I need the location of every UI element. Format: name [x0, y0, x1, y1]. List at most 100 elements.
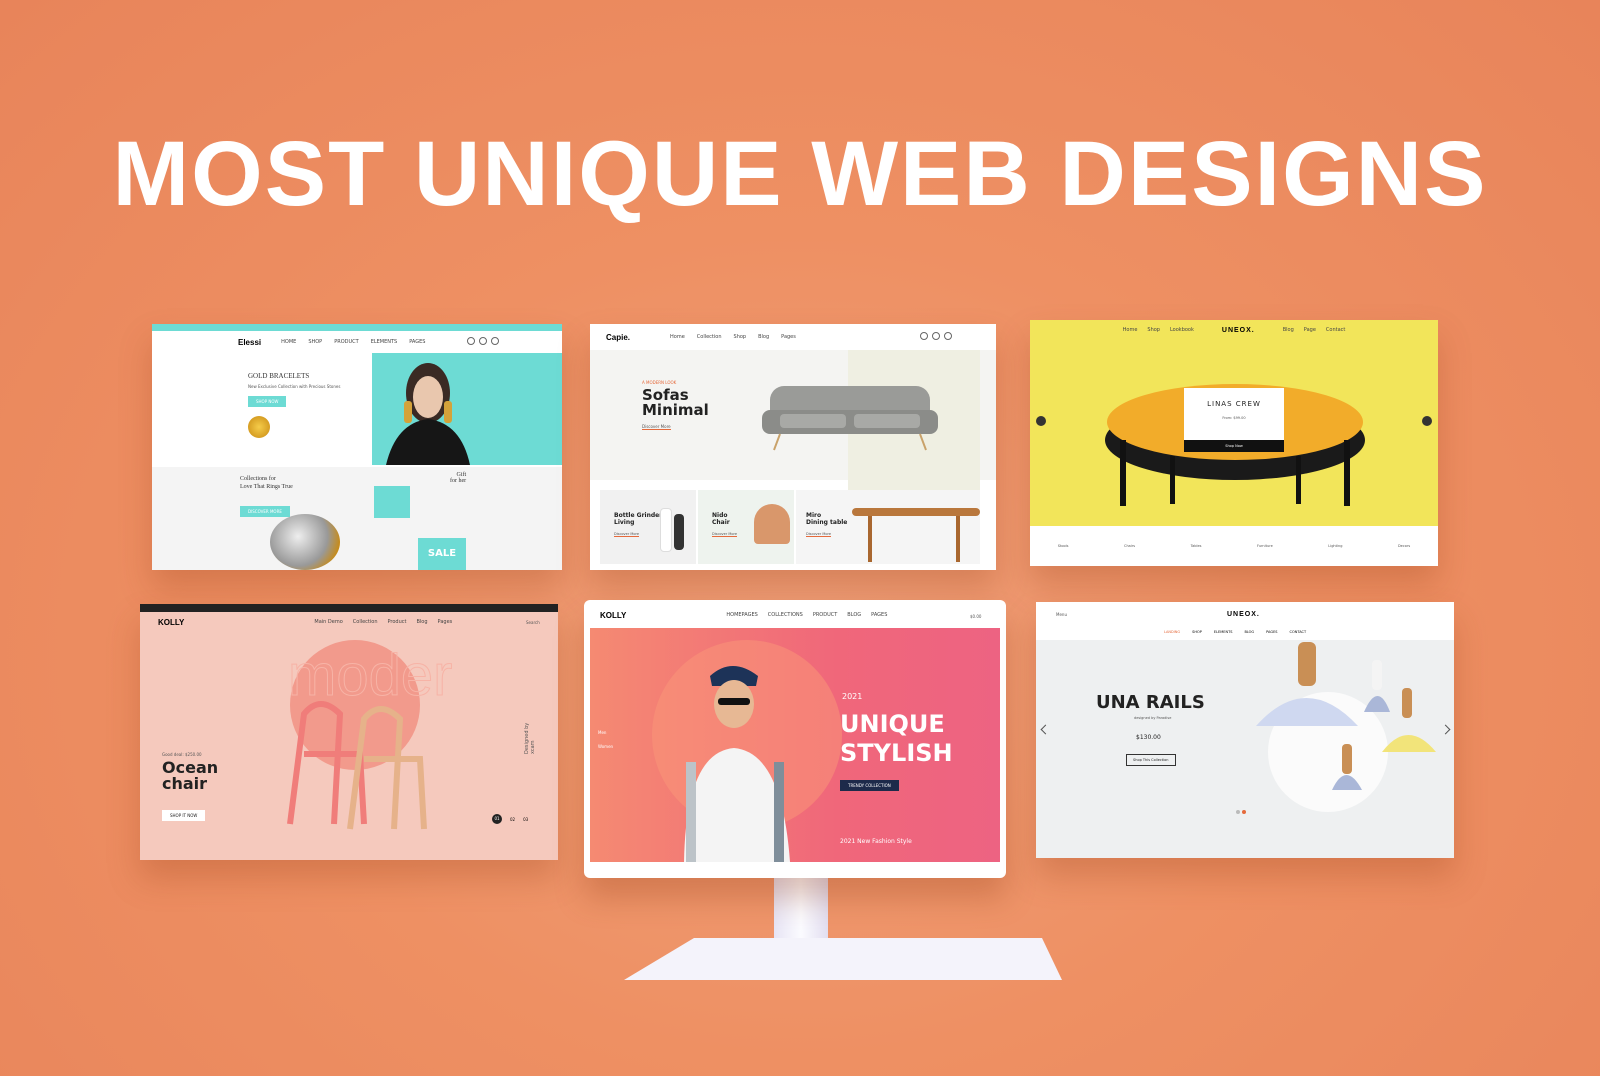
nav-landing[interactable]: LANDING	[1164, 630, 1180, 634]
category-bar: Stools Chairs Tables Furniture Lighting …	[1030, 526, 1438, 566]
user-icon[interactable]	[479, 337, 488, 345]
nav-blog[interactable]: Blog	[758, 334, 769, 340]
nav-page[interactable]: Page	[1304, 327, 1316, 333]
rings-image	[270, 514, 340, 570]
shop-it-now-button[interactable]: SHOP IT NOW	[162, 810, 206, 821]
logo[interactable]: UNEOX.	[1222, 327, 1255, 334]
nav-shop[interactable]: Shop	[1147, 327, 1160, 333]
nav-pages[interactable]: Pages	[438, 619, 453, 625]
monitor-stand-base	[624, 938, 1062, 980]
prev-arrow-icon[interactable]	[1036, 416, 1046, 426]
nav-homepages[interactable]: HOMEPAGES	[726, 612, 757, 618]
nav-pages[interactable]: PAGES	[1266, 630, 1277, 634]
nav-elements[interactable]: ELEMENTS	[1214, 630, 1233, 634]
hero-year: 2021	[842, 692, 863, 701]
search-icon[interactable]	[467, 337, 476, 345]
nav-main-demo[interactable]: Main Demo	[314, 619, 342, 625]
nav-pages[interactable]: PAGES	[871, 612, 887, 618]
logo[interactable]: Elessi	[238, 338, 261, 347]
category-chairs[interactable]: Chairs	[1124, 544, 1135, 548]
hero-kicker: A MODERN LOOK	[642, 380, 677, 385]
next-arrow-icon[interactable]	[1422, 416, 1432, 426]
discover-more-link[interactable]: Discover More	[642, 424, 671, 430]
nav-shop[interactable]: SHOP	[1192, 630, 1202, 634]
pager: 01 02 03	[492, 814, 528, 824]
shop-now-button[interactable]: Shop Now	[1184, 440, 1284, 452]
logo[interactable]: KOLLY	[600, 611, 626, 620]
screenshot-uneox-lamps[interactable]: Menu UNEOX. LANDING SHOP ELEMENTS BLOG P…	[1036, 602, 1454, 858]
nav-home[interactable]: Home	[670, 334, 685, 340]
tile-link[interactable]: Discover More	[614, 532, 640, 537]
topbar	[152, 324, 562, 331]
bottle-white	[660, 508, 672, 552]
screenshot-capie[interactable]: Capie. Home Collection Shop Blog Pages A…	[590, 324, 996, 570]
nav-contact[interactable]: CONTACT	[1290, 630, 1307, 634]
tile-table[interactable]: Miro Dining table Discover More	[796, 490, 980, 564]
nav-product[interactable]: PRODUCT	[813, 612, 837, 618]
nav-collections[interactable]: COLLECTIONS	[768, 612, 803, 618]
product-card[interactable]: LINAS CREW From: $99.00 Shop Now	[1184, 388, 1284, 452]
hero-subtitle: New Exclusive Collection with Precious S…	[248, 384, 341, 389]
nav: LANDING SHOP ELEMENTS BLOG PAGES CONTACT	[1164, 630, 1306, 634]
nav-pages[interactable]: Pages	[781, 334, 796, 340]
pager-item[interactable]: 03	[523, 817, 528, 822]
model-photo	[684, 666, 790, 862]
side-link-women[interactable]: Women	[598, 744, 613, 749]
category-lighting[interactable]: Lighting	[1328, 544, 1342, 548]
shop-collection-button[interactable]: Shop This Collection	[1126, 754, 1176, 766]
screenshot-kolly-pink[interactable]: KOLLY Main Demo Collection Product Blog …	[140, 604, 558, 860]
heart-icon[interactable]	[931, 332, 940, 340]
table-top	[852, 508, 980, 516]
search-icon[interactable]	[919, 332, 928, 340]
slider-dot-active[interactable]	[1242, 810, 1246, 814]
lamps-image	[1256, 642, 1436, 790]
nav-home[interactable]: Home	[1123, 327, 1138, 333]
category-decors[interactable]: Decors	[1398, 544, 1410, 548]
search-link[interactable]: Search	[526, 620, 540, 625]
discover-more-button[interactable]: DISCOVER MORE	[240, 506, 290, 517]
cart-total[interactable]: $0.00	[970, 614, 981, 619]
nav-collection[interactable]: Collection	[353, 619, 378, 625]
nav-blog[interactable]: BLOG	[1244, 630, 1254, 634]
pager-item-active[interactable]: 01	[492, 814, 502, 824]
tile-chair[interactable]: Nido Chair Discover More	[698, 490, 794, 564]
trendy-collection-button[interactable]: TRENDY COLLECTION	[840, 780, 899, 791]
hero-footer-text: 2021 New Fashion Style	[840, 838, 912, 845]
pager-item[interactable]: 02	[510, 817, 515, 822]
sale-badge: SALE	[418, 538, 466, 570]
nav-elements[interactable]: ELEMENTS	[371, 339, 398, 345]
nav-blog[interactable]: Blog	[1283, 327, 1294, 333]
tile-link[interactable]: Discover More	[712, 532, 738, 537]
logo[interactable]: KOLLY	[158, 618, 184, 627]
side-link-men[interactable]: Men	[598, 730, 606, 735]
nav-pages[interactable]: PAGES	[409, 339, 425, 345]
category-furniture[interactable]: Furniture	[1257, 544, 1273, 548]
slider-dot[interactable]	[1236, 810, 1240, 814]
nav-collection[interactable]: Collection	[697, 334, 722, 340]
nav-product[interactable]: PRODUCT	[334, 339, 358, 345]
cart-icon[interactable]	[491, 337, 500, 345]
screenshot-uneox-yellow[interactable]: Home Shop Lookbook UNEOX. Blog Page Cont…	[1030, 320, 1438, 566]
tile-bottle[interactable]: Bottle Grinder Living Discover More	[600, 490, 696, 564]
nav-product[interactable]: Product	[388, 619, 407, 625]
nav-shop[interactable]: SHOP	[308, 339, 322, 345]
category-tables[interactable]: Tables	[1191, 544, 1202, 548]
nav-lookbook[interactable]: Lookbook	[1170, 327, 1194, 333]
nav-home[interactable]: HOME	[281, 339, 296, 345]
tile-link[interactable]: Discover More	[806, 532, 832, 537]
nav-shop[interactable]: Shop	[734, 334, 747, 340]
menu-button[interactable]: Menu	[1056, 612, 1067, 617]
nav-contact[interactable]: Contact	[1326, 327, 1345, 333]
page-headline: MOST UNIQUE WEB DESIGNS	[112, 123, 1488, 225]
nav-blog[interactable]: Blog	[416, 619, 427, 625]
screenshot-elessi[interactable]: Elessi HOME SHOP PRODUCT ELEMENTS PAGES …	[152, 324, 562, 570]
screenshot-kolly-monitor[interactable]: KOLLY HOMEPAGES COLLECTIONS PRODUCT BLOG…	[590, 604, 1000, 862]
logo[interactable]: UNEOX.	[1227, 611, 1260, 618]
gold-ring	[248, 416, 270, 438]
cart-icon[interactable]	[943, 332, 952, 340]
hero-title: Sofas Minimal	[642, 386, 709, 419]
shop-now-button[interactable]: SHOP NOW	[248, 396, 287, 407]
category-stools[interactable]: Stools	[1058, 544, 1069, 548]
logo[interactable]: Capie.	[606, 333, 630, 342]
nav-blog[interactable]: BLOG	[847, 612, 861, 618]
